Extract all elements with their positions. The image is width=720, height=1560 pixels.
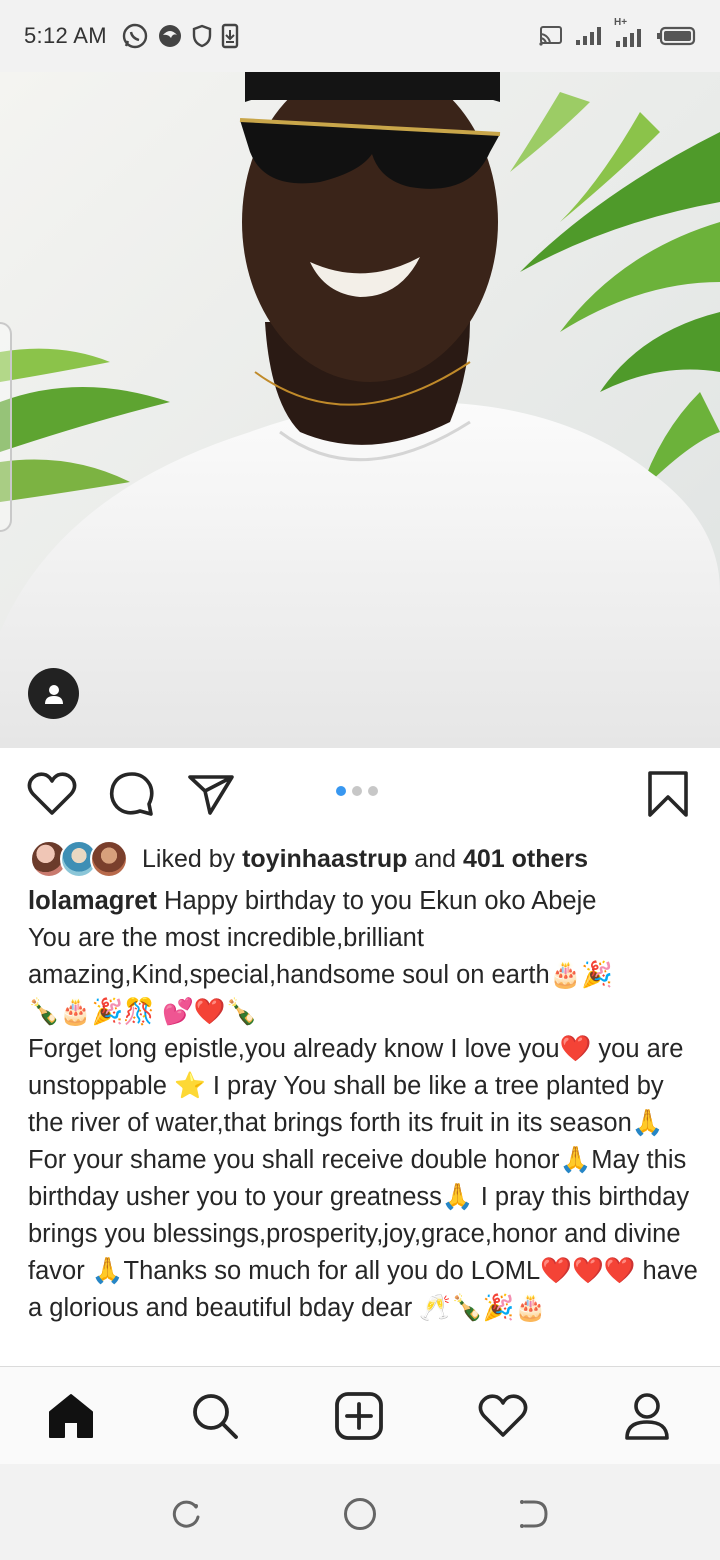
carousel-dot (368, 786, 378, 796)
carousel-dot-active (336, 786, 346, 796)
signal-icon (574, 25, 604, 47)
activity-icon (478, 1394, 528, 1437)
likes-summary[interactable]: Liked by toyinhaastrup and 401 others (142, 845, 588, 874)
post-caption: lolamagret Happy birthday to you Ekun ok… (28, 883, 700, 1363)
carousel-indicator (336, 786, 378, 796)
bottom-navigation (0, 1366, 720, 1464)
status-bar: 5:12 AM H+ (0, 0, 720, 72)
comment-icon (109, 772, 154, 816)
cast-icon (538, 25, 564, 47)
status-notification-icons (121, 22, 239, 50)
system-home-button[interactable] (340, 1494, 380, 1534)
person-tag-icon (44, 684, 63, 704)
liker-username[interactable]: toyinhaastrup (242, 845, 407, 873)
home-icon (49, 1394, 93, 1438)
system-navigation-bar (0, 1464, 720, 1560)
share-button[interactable] (185, 768, 237, 820)
shield-icon (191, 24, 213, 48)
likes-middle: and (407, 844, 463, 873)
likes-others[interactable]: 401 others (463, 845, 588, 873)
post-photo[interactable] (0, 72, 720, 748)
like-button[interactable] (26, 768, 78, 820)
save-button[interactable] (642, 768, 694, 820)
new-post-icon (335, 1392, 383, 1440)
status-system-icons: H+ (538, 17, 696, 49)
likes-prefix: Liked by (142, 844, 243, 873)
nav-search-button[interactable] (188, 1389, 242, 1443)
system-back-button[interactable] (514, 1494, 554, 1534)
edge-panel-handle[interactable] (0, 322, 12, 532)
back-icon (520, 1500, 548, 1528)
profile-icon (625, 1393, 669, 1440)
tagged-users-button[interactable] (28, 668, 79, 719)
avatar (90, 840, 128, 878)
search-icon (193, 1394, 238, 1439)
network-type-label: H+ (614, 17, 628, 28)
heart-icon (27, 772, 77, 815)
system-recents-button[interactable] (166, 1494, 206, 1534)
nav-home-button[interactable] (44, 1389, 98, 1443)
liker-avatars (30, 840, 130, 878)
download-icon (221, 23, 239, 49)
bookmark-icon (648, 771, 688, 817)
caption-text: Happy birthday to you Ekun oko Abeje You… (28, 887, 698, 1322)
send-icon (188, 775, 234, 815)
carousel-dot (352, 786, 362, 796)
likes-row[interactable]: Liked by toyinhaastrup and 401 others (30, 838, 588, 880)
browser-icon (157, 23, 183, 49)
nav-activity-button[interactable] (476, 1389, 530, 1443)
comment-button[interactable] (106, 768, 158, 820)
signal-h-plus-icon: H+ (614, 17, 646, 49)
caption-username[interactable]: lolamagret (28, 887, 157, 915)
nav-new-post-button[interactable] (332, 1389, 386, 1443)
post-photo-illustration (0, 72, 720, 748)
nav-profile-button[interactable] (620, 1389, 674, 1443)
status-time: 5:12 AM (24, 23, 107, 48)
whatsapp-icon (121, 22, 149, 50)
recents-icon (172, 1500, 200, 1528)
battery-icon (656, 25, 696, 47)
home-circle-icon (344, 1498, 376, 1530)
